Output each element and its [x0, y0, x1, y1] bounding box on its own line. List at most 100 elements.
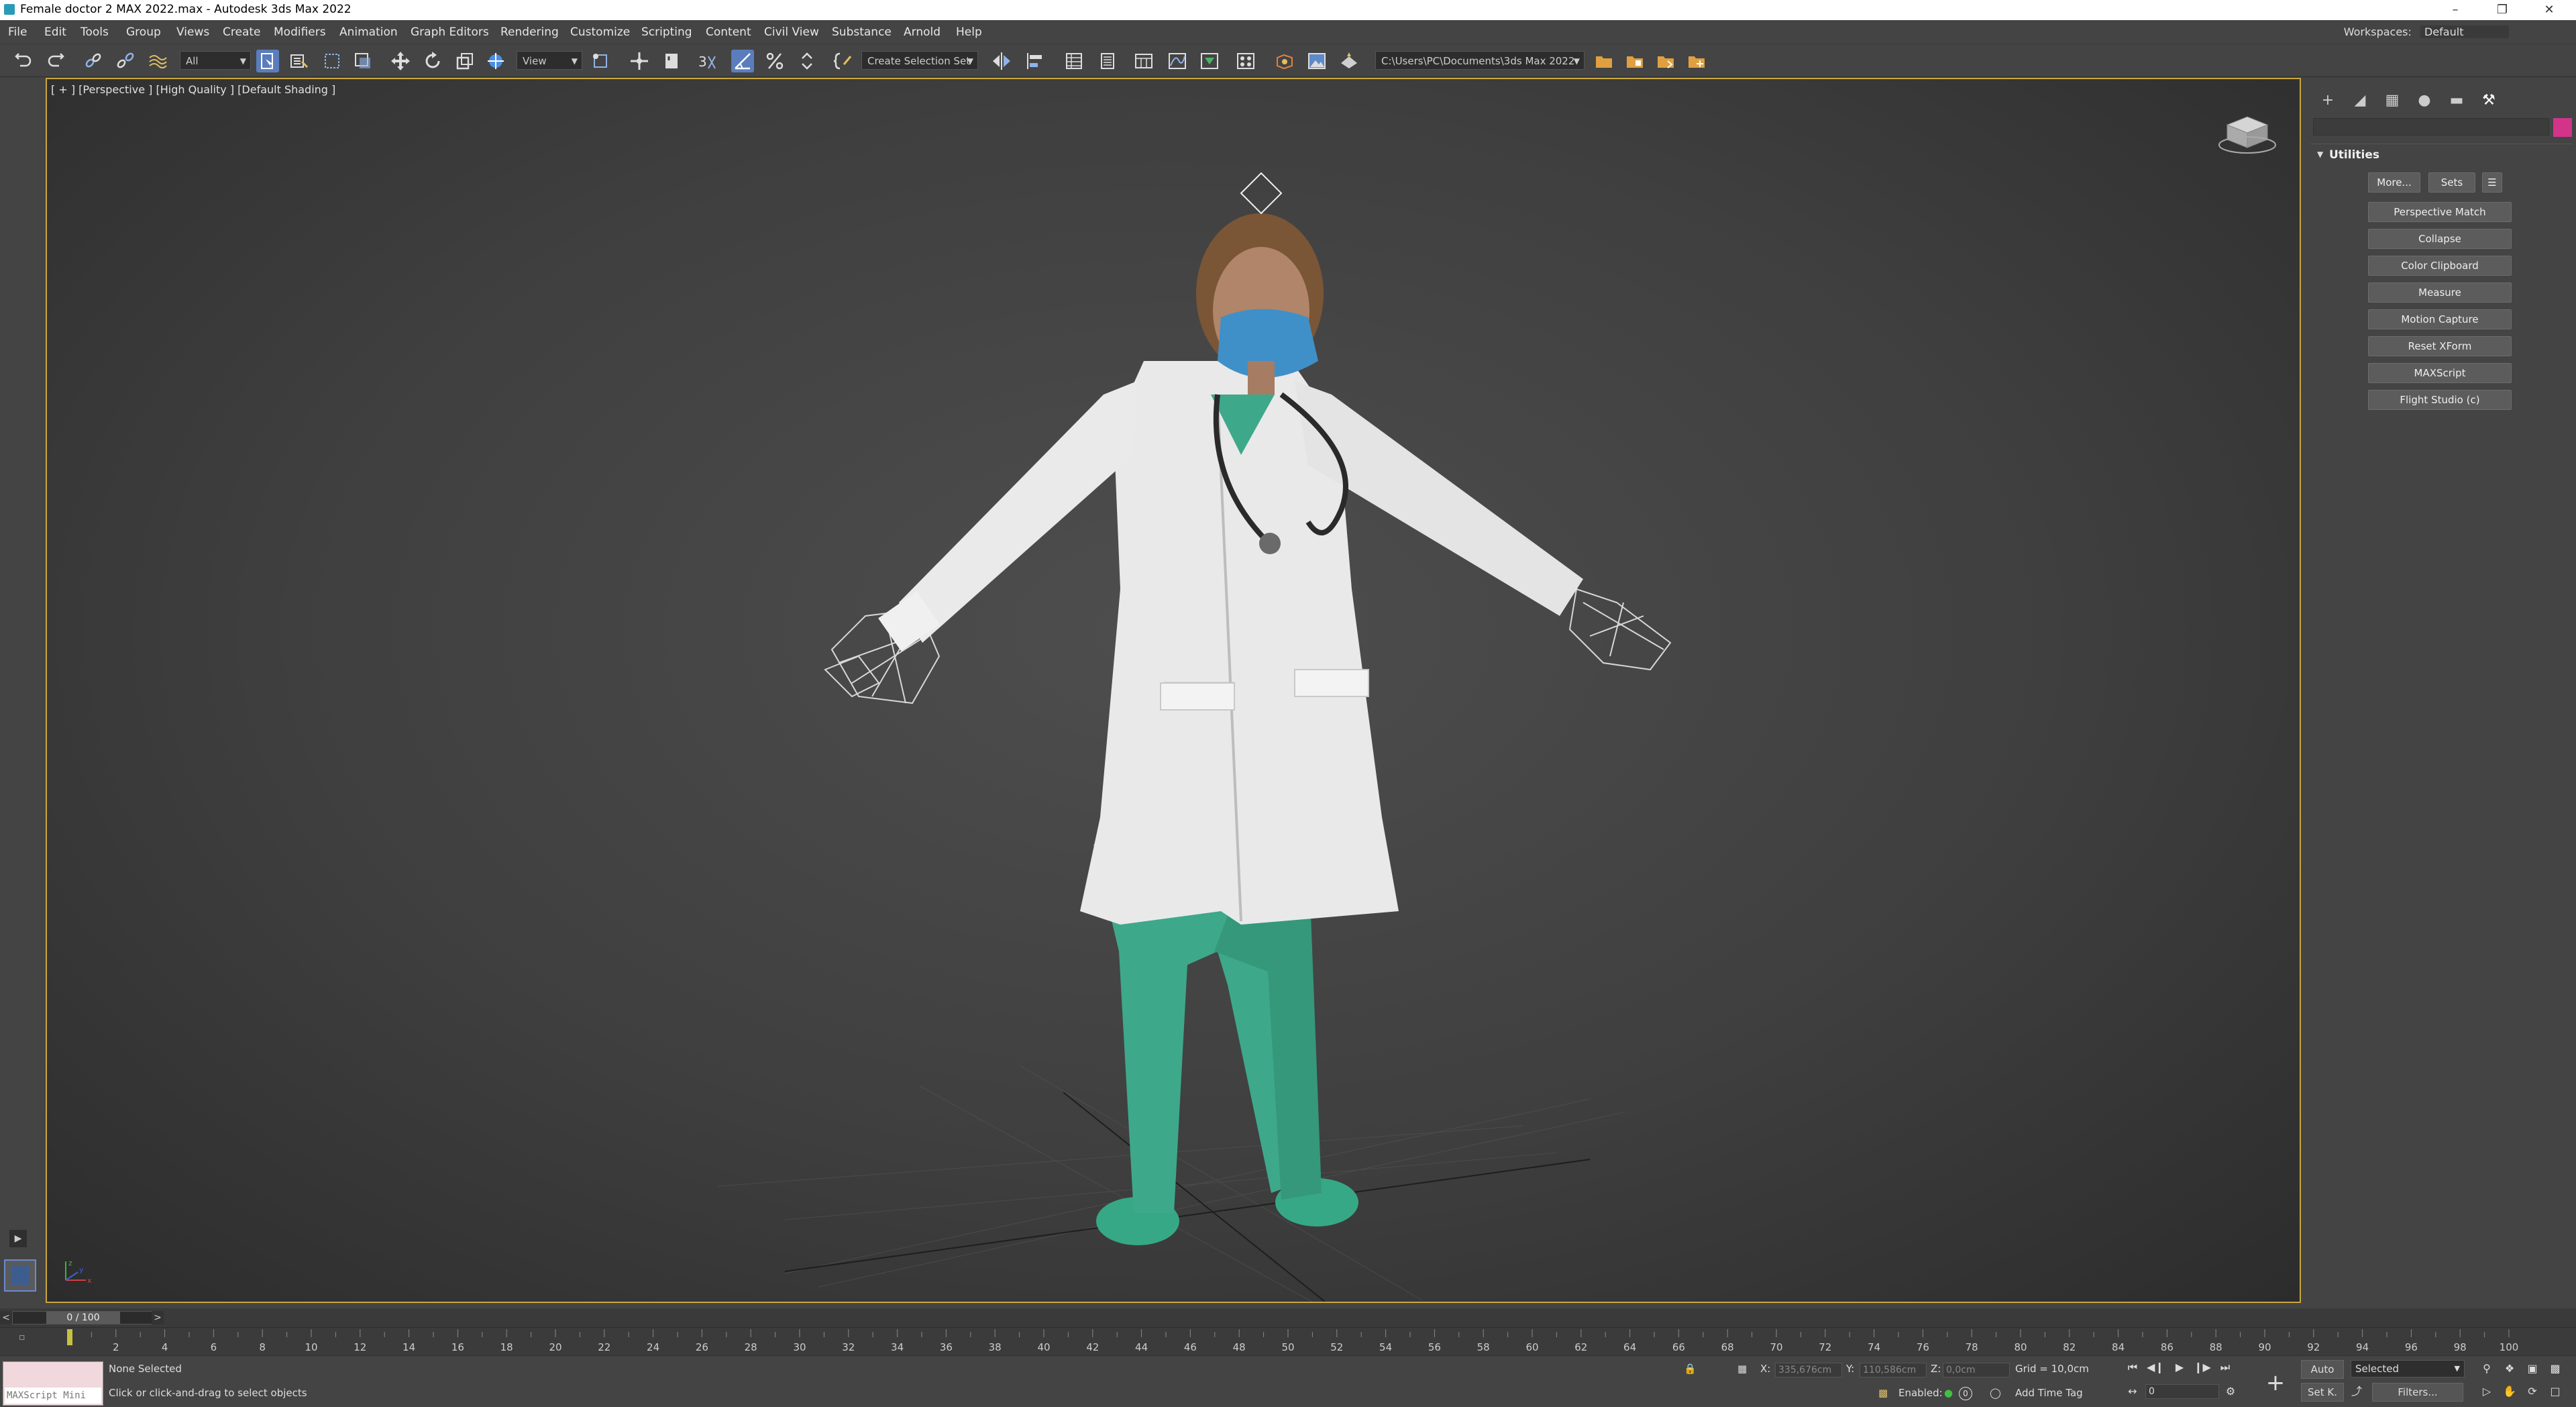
configure-button-sets-icon[interactable]: ☰ — [2482, 172, 2502, 193]
angle-snap-icon[interactable] — [731, 50, 754, 72]
menu-scripting[interactable]: Scripting — [641, 25, 692, 39]
move-icon[interactable] — [389, 50, 412, 72]
close-icon[interactable]: ✕ — [2526, 0, 2573, 20]
field-of-view-icon[interactable]: ▷ — [2478, 1383, 2496, 1400]
render-setup-icon[interactable] — [1273, 50, 1296, 72]
create-tab-icon[interactable]: + — [2314, 87, 2341, 114]
zoom-all-icon[interactable]: ❖ — [2501, 1360, 2518, 1377]
menu-file[interactable]: File — [8, 25, 27, 39]
play-icon[interactable]: ▶ — [2171, 1359, 2188, 1376]
absolute-mode-icon[interactable]: ▦ — [1737, 1363, 1747, 1375]
place-icon[interactable] — [484, 50, 507, 72]
time-slider-prev-icon[interactable]: < — [0, 1311, 12, 1324]
selection-lock-icon[interactable]: 🔒 — [1684, 1363, 1697, 1375]
viewport-layout-button[interactable] — [4, 1259, 36, 1292]
edit-named-sets-icon[interactable] — [832, 50, 855, 72]
modify-tab-icon[interactable]: ◢ — [2347, 87, 2373, 114]
bind-spacewarp-icon[interactable] — [146, 50, 169, 72]
select-object-icon[interactable] — [256, 50, 279, 72]
next-frame-icon[interactable]: ❙▶ — [2194, 1359, 2211, 1376]
reset-xform-button[interactable]: Reset XForm — [2368, 336, 2512, 356]
mirror-icon[interactable] — [990, 50, 1013, 72]
x-coord-field[interactable]: 335,676cm — [1775, 1363, 1842, 1377]
manipulate-icon[interactable] — [628, 50, 651, 72]
project-new-icon[interactable] — [1685, 50, 1708, 72]
zoom-icon[interactable]: ⚲ — [2478, 1360, 2496, 1377]
sets-button[interactable]: Sets — [2428, 172, 2475, 193]
menu-tools[interactable]: Tools — [80, 25, 109, 39]
maxscript-mini-label[interactable]: MAXScript Mini — [5, 1388, 101, 1404]
perspective-match-button[interactable]: Perspective Match — [2368, 202, 2512, 222]
project-folder-icon[interactable] — [1623, 50, 1646, 72]
material-editor-icon[interactable] — [1234, 50, 1257, 72]
menu-substance[interactable]: Substance — [832, 25, 892, 39]
key-filters-button[interactable]: Filters... — [2372, 1383, 2463, 1402]
frame-arrows-icon[interactable]: ↔ — [2124, 1383, 2141, 1400]
render-production-icon[interactable] — [1338, 50, 1360, 72]
unlink-icon[interactable] — [114, 50, 137, 72]
link-icon[interactable] — [82, 50, 105, 72]
percent-snap-icon[interactable] — [763, 50, 786, 72]
snap-toggle-icon[interactable]: 3 — [696, 50, 719, 72]
object-name-field[interactable] — [2313, 118, 2549, 136]
window-crossing-icon[interactable] — [352, 50, 374, 72]
go-to-start-icon[interactable]: ⏮ — [2124, 1359, 2141, 1376]
keyboard-shortcut-icon[interactable] — [660, 50, 683, 72]
time-configuration-icon[interactable]: ⚙ — [2222, 1383, 2239, 1400]
maxscript-button[interactable]: MAXScript — [2368, 363, 2512, 383]
project-folder-dropdown[interactable]: C:\Users\PC\Documents\3ds Max 2022 ▼ — [1375, 51, 1585, 70]
display-tab-icon[interactable]: ▬ — [2443, 87, 2470, 114]
workspaces-selector[interactable]: Workspaces: Default — [2344, 25, 2509, 38]
restore-icon[interactable]: ❐ — [2479, 0, 2526, 20]
set-key-button[interactable]: Set K. — [2301, 1383, 2344, 1402]
collapse-button[interactable]: Collapse — [2368, 229, 2512, 249]
schematic-view-icon[interactable] — [1198, 50, 1221, 72]
time-slider[interactable]: 0 / 100 — [12, 1311, 157, 1324]
pan-view-icon[interactable]: ✋ — [2501, 1383, 2518, 1400]
undo-icon[interactable] — [12, 50, 35, 72]
zoom-extents-all-icon[interactable]: ▩ — [2546, 1360, 2564, 1377]
curve-editor-icon[interactable] — [1166, 50, 1189, 72]
menu-views[interactable]: Views — [176, 25, 209, 39]
menu-animation[interactable]: Animation — [339, 25, 398, 39]
selection-set-dropdown[interactable]: Create Selection Set ▼ — [861, 51, 978, 70]
menu-rendering[interactable]: Rendering — [500, 25, 559, 39]
menu-customize[interactable]: Customize — [570, 25, 630, 39]
redo-icon[interactable] — [44, 50, 67, 72]
measure-button[interactable]: Measure — [2368, 282, 2512, 303]
hierarchy-tab-icon[interactable]: ▦ — [2379, 87, 2406, 114]
select-by-name-icon[interactable] — [287, 50, 310, 72]
selection-filter-dropdown[interactable]: All ▼ — [180, 51, 251, 70]
minimize-icon[interactable]: – — [2432, 0, 2479, 20]
set-key-icon[interactable]: + — [2262, 1369, 2289, 1396]
zoom-extents-icon[interactable]: ▣ — [2524, 1360, 2541, 1377]
color-clipboard-button[interactable]: Color Clipboard — [2368, 256, 2512, 276]
scale-icon[interactable] — [453, 50, 476, 72]
rotate-icon[interactable] — [421, 50, 444, 72]
menu-graph-editors[interactable]: Graph Editors — [411, 25, 489, 39]
pivot-icon[interactable] — [589, 50, 612, 72]
object-color-swatch[interactable] — [2553, 118, 2572, 137]
y-coord-field[interactable]: 110,586cm — [1860, 1363, 1927, 1377]
default-in-out-tangent-icon[interactable]: ⤴ — [2348, 1383, 2365, 1400]
time-slider-thumb[interactable]: 0 / 100 — [46, 1312, 120, 1324]
previous-frame-icon[interactable]: ◀❙ — [2147, 1359, 2164, 1376]
workspaces-dropdown[interactable]: Default — [2420, 25, 2509, 38]
enabled-value[interactable]: 0 — [1959, 1387, 1972, 1400]
rollout-collapse-icon[interactable]: ▼ — [2317, 150, 2323, 159]
toggle-layer-explorer-icon[interactable] — [1096, 50, 1119, 72]
menu-content[interactable]: Content — [706, 25, 751, 39]
maxscript-listener[interactable]: MAXScript Mini — [3, 1361, 103, 1406]
spinner-snap-icon[interactable] — [796, 50, 818, 72]
project-open-icon[interactable] — [1654, 50, 1677, 72]
menu-create[interactable]: Create — [223, 25, 261, 39]
menu-help[interactable]: Help — [956, 25, 982, 39]
menu-arnold[interactable]: Arnold — [904, 25, 941, 39]
motion-capture-button[interactable]: Motion Capture — [2368, 309, 2512, 329]
track-bar[interactable]: ▫ 2 4 6 8 10 12 14 16 18 20 22 24 26 28 30 32 34 36 38 40 42… — [0, 1327, 2576, 1355]
rollout-title[interactable]: Utilities — [2329, 148, 2379, 162]
ref-coord-dropdown[interactable]: View ▼ — [517, 51, 582, 70]
perspective-viewport[interactable]: [ + ] [Perspective ] [High Quality ] [De… — [46, 78, 2301, 1303]
toggle-scene-explorer-icon[interactable] — [1063, 50, 1085, 72]
add-time-tag-button[interactable]: Add Time Tag — [2015, 1387, 2083, 1399]
